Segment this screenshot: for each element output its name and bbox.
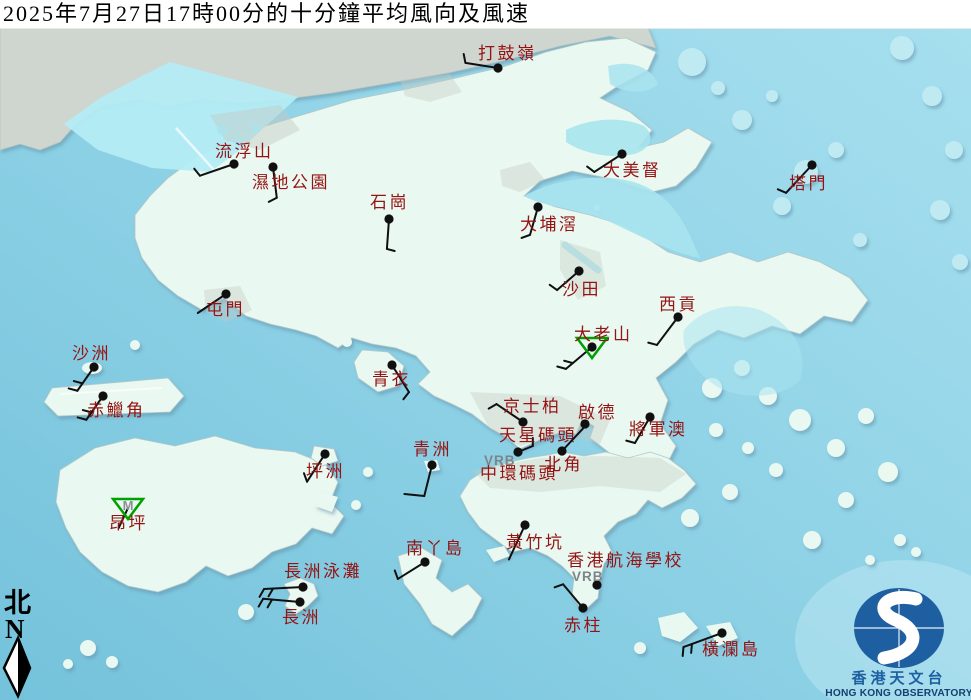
island (342, 337, 352, 347)
station-dot (98, 391, 107, 400)
island (709, 423, 723, 437)
station-label: 京士柏 (503, 397, 562, 416)
station-label: 赤鱲角 (87, 401, 146, 420)
station-label: 啟德 (578, 403, 617, 422)
island (858, 408, 874, 424)
urban-patch (217, 125, 227, 135)
station-dot (221, 289, 230, 298)
island (922, 86, 942, 106)
compass-north-en-label: N (5, 614, 25, 644)
hong-kong-wind-map: 打鼓嶺流浮山濕地公園石崗 大美督塔門大埔滘沙田屯門沙洲赤鱲角 西貢大老山青衣京士柏啟… (0, 0, 971, 700)
station-label: 昂坪 (109, 514, 148, 533)
station-dot (493, 63, 502, 72)
island (890, 36, 914, 60)
logo-name-en: HONG KONG OBSERVATORY (825, 688, 971, 699)
island (681, 509, 699, 527)
title-bar: 2025年7月27日17時00分的十分鐘平均風向及風速 (0, 0, 971, 29)
station-label: 沙田 (562, 280, 601, 299)
station-dot (420, 557, 429, 566)
station-dot (574, 266, 583, 275)
island (878, 462, 898, 482)
station-label: 沙洲 (72, 344, 111, 363)
variable-wind-label: VRB (484, 453, 516, 468)
island (803, 531, 821, 549)
station-dot (89, 362, 98, 371)
station-dot (578, 603, 587, 612)
island (130, 340, 140, 350)
station-m-marker: M (123, 498, 134, 513)
station-dot (717, 628, 726, 637)
island (711, 81, 725, 95)
island (742, 442, 754, 454)
station-label: 打鼓嶺 (478, 44, 537, 63)
station-dot (268, 162, 277, 171)
station-label: 青洲 (413, 440, 452, 459)
island (732, 110, 752, 130)
logo-name-zh: 香港天文台 (851, 669, 946, 687)
island (911, 547, 921, 557)
station-label: 青衣 (372, 370, 411, 389)
station-label: 坪洲 (306, 462, 345, 481)
island (952, 254, 968, 270)
station-dot (295, 597, 304, 606)
station-label: 香港航海學校 (567, 551, 684, 570)
urban-patch (252, 124, 260, 132)
island (930, 200, 950, 220)
station-label: 屯門 (206, 300, 245, 319)
station-label: 流浮山 (215, 142, 274, 161)
station-label: 石崗 (370, 193, 409, 212)
station-label: 長洲 (282, 608, 321, 627)
station-dot (427, 460, 436, 469)
station-label: 橫瀾島 (702, 640, 761, 659)
wind-barb-tick (683, 647, 684, 656)
island (827, 439, 845, 457)
island (838, 492, 854, 508)
island (80, 640, 96, 656)
station-label: 天星碼頭 (499, 426, 577, 445)
island (789, 409, 811, 431)
station-label: 塔門 (789, 174, 828, 193)
station-dot (320, 449, 329, 458)
station-label: 南丫島 (406, 539, 465, 558)
island (865, 555, 875, 565)
station-dot (533, 202, 542, 211)
station-label: 將軍澳 (629, 420, 688, 439)
station-label: 大美督 (603, 161, 662, 180)
island (828, 142, 844, 158)
station-label: 黃竹坑 (506, 533, 565, 552)
station-dot (617, 149, 626, 158)
island (766, 90, 778, 102)
island (773, 197, 791, 215)
island (678, 48, 706, 76)
island (634, 642, 646, 654)
island (106, 656, 118, 668)
station-dot (520, 520, 529, 529)
station-label: 大老山 (574, 325, 633, 344)
station-dot (298, 582, 307, 591)
island (769, 463, 783, 477)
island (363, 467, 373, 477)
station-label: 大埔滘 (520, 215, 579, 234)
station-dot (387, 360, 396, 369)
station-label: 西貢 (659, 295, 698, 314)
station-dot (384, 214, 393, 223)
island (238, 604, 254, 620)
island (722, 484, 738, 500)
island (63, 659, 73, 669)
wind-barb-tick (691, 644, 692, 653)
variable-wind-label: VRB (572, 569, 604, 584)
island (853, 233, 867, 247)
wind-map-page: 打鼓嶺流浮山濕地公園石崗 大美督塔門大埔滘沙田屯門沙洲赤鱲角 西貢大老山青衣京士柏啟… (0, 0, 971, 700)
island (351, 500, 361, 510)
station-label: 長洲泳灘 (284, 562, 362, 581)
island (945, 141, 963, 159)
map-title: 2025年7月27日17時00分的十分鐘平均風向及風速 (3, 0, 530, 28)
station-label: 赤柱 (564, 616, 603, 635)
station-dot (807, 160, 816, 169)
island (894, 534, 906, 546)
station-label: 濕地公園 (252, 173, 330, 192)
